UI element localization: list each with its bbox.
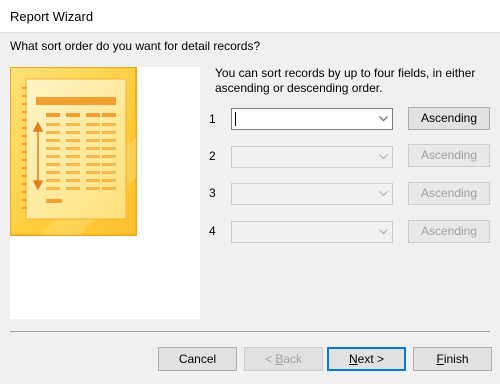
- sort-row-2-number: 2: [209, 149, 216, 163]
- back-button[interactable]: < Back: [244, 347, 323, 371]
- footer-divider: [10, 331, 490, 332]
- cancel-button[interactable]: Cancel: [158, 347, 237, 371]
- sort-row-3-number: 3: [209, 186, 216, 200]
- sort-instructions: You can sort records by up to four field…: [215, 66, 476, 95]
- sort-order-1-button[interactable]: Ascending: [408, 107, 490, 130]
- chevron-down-icon: [378, 154, 388, 160]
- finish-button-accesskey: F: [436, 352, 444, 366]
- next-button[interactable]: Next >: [327, 347, 406, 371]
- sort-field-4-combo[interactable]: [231, 221, 393, 243]
- back-button-prefix: <: [264, 352, 276, 366]
- title-bar: Report Wizard: [0, 0, 500, 33]
- sort-order-4-button[interactable]: Ascending: [408, 220, 490, 243]
- chevron-down-icon: [378, 116, 388, 122]
- sort-field-1-combo[interactable]: [231, 108, 393, 130]
- back-button-suffix: ack: [283, 352, 303, 366]
- sort-field-4-dropdown-button[interactable]: [374, 222, 392, 242]
- sort-order-3-button[interactable]: Ascending: [408, 182, 490, 205]
- chevron-down-icon: [378, 191, 388, 197]
- report-wizard-window: Report Wizard What sort order do you wan…: [0, 0, 500, 384]
- sort-field-3-combo[interactable]: [231, 183, 393, 205]
- text-caret: [235, 112, 236, 126]
- report-preview-icon: [10, 67, 137, 236]
- wizard-question: What sort order do you want for detail r…: [10, 39, 261, 53]
- next-button-suffix: ext >: [357, 352, 385, 366]
- sort-row-4-number: 4: [209, 224, 216, 238]
- sort-row-1-number: 1: [209, 112, 216, 126]
- report-preview-panel: [10, 67, 200, 319]
- finish-button-suffix: inish: [443, 352, 469, 366]
- sort-field-3-dropdown-button[interactable]: [374, 184, 392, 204]
- chevron-down-icon: [378, 229, 388, 235]
- sort-field-2-dropdown-button[interactable]: [374, 147, 392, 167]
- next-button-accesskey: N: [348, 352, 358, 366]
- sort-order-2-button[interactable]: Ascending: [408, 144, 490, 167]
- sort-field-2-combo[interactable]: [231, 146, 393, 168]
- sort-field-1-dropdown-button[interactable]: [374, 109, 392, 129]
- finish-button[interactable]: Finish: [413, 347, 492, 371]
- window-title: Report Wizard: [10, 9, 94, 24]
